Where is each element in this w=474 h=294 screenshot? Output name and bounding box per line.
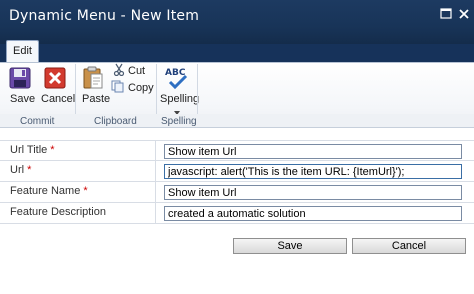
close-icon[interactable] <box>457 7 471 21</box>
cancel-button-label: Cancel <box>41 93 76 105</box>
maximize-icon[interactable] <box>439 7 453 21</box>
save-disk-icon <box>9 67 31 92</box>
field-label: Feature Description <box>10 206 106 218</box>
save-form-button[interactable]: Save <box>233 238 347 254</box>
spell-check-icon: ABC <box>164 65 190 94</box>
url-title-input[interactable] <box>164 144 462 159</box>
field-label: Url Title * <box>10 144 55 156</box>
group-label-clipboard: Clipboard <box>94 116 137 127</box>
group-label-commit: Commit <box>20 116 55 127</box>
spelling-button-label: Spelling <box>160 93 200 105</box>
scissors-icon <box>113 63 125 79</box>
save-button[interactable]: Save <box>6 65 36 113</box>
feature-name-input[interactable] <box>164 185 462 200</box>
paste-icon <box>82 66 104 93</box>
field-label: Url * <box>10 164 32 176</box>
required-marker: * <box>50 144 55 156</box>
form-row-url-title: Url Title * <box>0 140 474 162</box>
required-marker: * <box>83 185 88 197</box>
field-label: Feature Name * <box>10 185 88 197</box>
title-bar: Dynamic Menu - New Item <box>0 0 474 44</box>
copy-button-label: Copy <box>128 82 154 94</box>
ribbon-group-labels <box>0 114 474 128</box>
form-row-url: Url * <box>0 161 474 182</box>
ribbon-tab-row <box>0 44 474 62</box>
cut-button[interactable]: Cut <box>113 63 146 79</box>
copy-icon <box>111 80 125 96</box>
svg-text:ABC: ABC <box>165 68 186 78</box>
spelling-button[interactable]: ABC Spelling <box>160 65 199 115</box>
required-marker: * <box>27 164 32 176</box>
save-button-label: Save <box>10 93 36 105</box>
url-input[interactable] <box>164 164 462 179</box>
form-row-feature-name: Feature Name * <box>0 182 474 203</box>
cancel-form-button[interactable]: Cancel <box>352 238 466 254</box>
tab-edit[interactable]: Edit <box>6 40 39 63</box>
form-row-feature-description: Feature Description <box>0 203 474 224</box>
feature-description-input[interactable] <box>164 206 462 221</box>
group-label-spelling: Spelling <box>161 116 197 127</box>
cancel-icon <box>44 67 66 92</box>
paste-button[interactable]: Paste <box>80 65 110 113</box>
cut-button-label: Cut <box>128 65 146 77</box>
cancel-ribbon-button[interactable]: Cancel <box>40 65 75 113</box>
paste-button-label: Paste <box>82 93 111 105</box>
window-title: Dynamic Menu - New Item <box>9 8 200 24</box>
copy-button[interactable]: Copy <box>111 80 154 96</box>
